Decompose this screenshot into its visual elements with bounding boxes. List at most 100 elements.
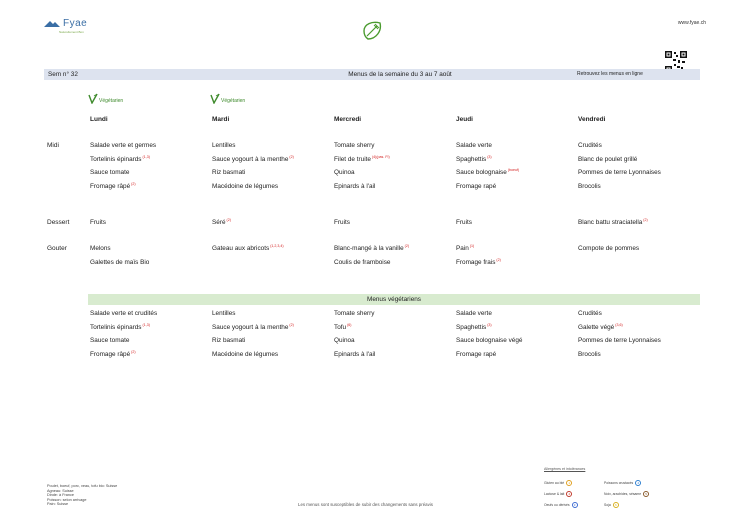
dish-name: Sauce bolognaise végé <box>456 337 523 344</box>
dish-name: Spaghettis <box>456 323 487 331</box>
menu-item-midi: Fromage râpé (2) <box>90 181 136 190</box>
dish-name: Tomate sherry <box>334 142 375 149</box>
online-menu-link[interactable]: Retrouvez les menus en ligne <box>577 69 643 80</box>
allergen-code: (boeuf) <box>506 167 520 172</box>
dish-name: Compote de pommes <box>578 245 640 252</box>
dish-name: Tofu <box>334 323 347 331</box>
menu-item-midi: Riz basmati <box>212 169 245 176</box>
dish-name: Macédoine de légumes <box>212 182 279 190</box>
menu-item-vegetarien: Tortelinis épinards (1,3) <box>90 323 150 331</box>
allergen-label: Soja <box>604 503 611 507</box>
allergen-code: (6) <box>346 322 352 327</box>
allergen-code: (2) <box>288 322 294 327</box>
allergen-label: Lactose & lait <box>544 492 565 496</box>
dish-name: Tortelinis épinards <box>90 323 142 331</box>
dish-name: Fromage râpé <box>90 182 131 190</box>
veg-leaf-icon <box>210 93 220 104</box>
vegetarian-badge-lundi: Végétarien <box>88 93 123 104</box>
dish-name: Quinoa <box>334 169 355 176</box>
menu-item-vegetarien: Crudités <box>578 310 602 317</box>
veg-leaf-icon <box>88 93 98 104</box>
allergen-legend-item: Poissons crustacés 4 <box>604 480 642 486</box>
allergen-code: (2) <box>225 217 231 222</box>
allergen-legend-item: Oeufs ou dérivés 3 <box>544 502 578 508</box>
day-header-jeudi: Jeudi <box>456 116 473 123</box>
brand-tagline: Naturellement Bon <box>59 30 84 34</box>
menu-item-midi: Filet de truite (4)(pas. FI) <box>334 154 390 163</box>
menu-item-dessert: Séré (2) <box>212 217 231 226</box>
allergen-legend-item: Gluten au blé 1 <box>544 480 573 486</box>
menu-item-dessert: Blanc battu straciatella (2) <box>578 218 648 226</box>
dish-name: Melons <box>90 245 111 252</box>
menu-item-vegetarien: Lentilles <box>212 310 235 317</box>
menu-item-dessert: Fruits <box>456 219 472 226</box>
dish-name: Pommes de terre Lyonnaises <box>578 337 661 344</box>
menu-item-vegetarien: Macédoine de légumes <box>212 351 278 358</box>
origin-notes: Poulet, boeuf, porc, veau, tofu bio: Sui… <box>47 484 117 507</box>
menu-item-vegetarien: Salade verte et crudités <box>90 310 157 317</box>
dish-name: Tomate sherry <box>334 310 375 317</box>
dish-name: Brocolis <box>578 182 601 190</box>
website-link[interactable]: www.fyae.ch <box>678 20 706 26</box>
dish-name: Fruits <box>334 219 350 226</box>
dish-name: Salade verte et germes <box>90 142 157 149</box>
dish-name: Sauce yogourt à la menthe <box>212 155 289 163</box>
menu-item-midi: Tomate sherry <box>334 142 375 149</box>
section-midi: Midi <box>47 142 59 149</box>
origin-line: Poulet, boeuf, porc, veau, tofu bio: Sui… <box>47 484 118 488</box>
menu-item-gouter: Gateau aux abricots (1,2,3,4) <box>212 244 284 252</box>
menu-item-midi: Crudités <box>578 142 602 149</box>
allergen-legend-item: Soja 6 <box>604 502 619 508</box>
allergen-label: Oeufs ou dérivés <box>544 503 570 507</box>
menu-item-vegetarien: Pommes de terre Lyonnaises <box>578 337 661 344</box>
section-gouter: Gouter <box>47 245 67 252</box>
dish-name: Tortelinis épinards <box>90 155 142 163</box>
dish-name: Pain <box>456 245 469 252</box>
dish-name: Macédoine de légumes <box>212 350 279 358</box>
vegetarian-badge-mardi: Végétarien <box>210 93 245 104</box>
allergen-code: (4)(pas. FI) <box>370 154 390 159</box>
day-header-mercredi: Mercredi <box>334 116 362 123</box>
dish-name: Filet de truite <box>334 155 371 163</box>
menu-item-vegetarien: Quinoa <box>334 337 355 344</box>
dish-name: Epinards à l'ail <box>334 182 376 190</box>
menu-item-dessert: Fruits <box>90 219 106 226</box>
menu-item-midi: Sauce yogourt à la menthe (2) <box>212 155 294 163</box>
allergen-label: Noix, arachides, sésame <box>604 492 642 496</box>
menu-item-midi: Quinoa <box>334 169 355 176</box>
allergen-legend-item: Lactose & lait 2 <box>544 491 573 497</box>
menu-item-vegetarien: Tofu (6) <box>334 322 352 331</box>
dish-name: Brocolis <box>578 350 601 358</box>
day-header-lundi: Lundi <box>90 116 108 123</box>
allergen-badge-icon: 3 <box>571 502 578 508</box>
dish-name: Lentilles <box>212 310 236 317</box>
allergen-code: (3) <box>486 322 492 327</box>
dish-name: Blanc-mangé à la vanille <box>334 245 404 252</box>
changes-disclaimer: Les menus sont susceptibles de subir des… <box>298 502 433 507</box>
menu-item-midi: Sauce tomate <box>90 169 129 176</box>
allergen-code: (2) <box>495 257 501 262</box>
dish-name: Pommes de terre Lyonnaises <box>578 169 661 176</box>
vegetarian-menu-bar: Menus végétariens <box>88 294 700 305</box>
menu-item-vegetarien: Fromage rapé <box>456 351 496 358</box>
allergen-legend-title: Allergènes et intolérances <box>544 467 586 471</box>
dish-name: Lentilles <box>212 142 236 149</box>
dish-name: Salade verte et crudités <box>90 310 158 317</box>
menu-item-gouter: Compote de pommes <box>578 245 639 252</box>
day-header-mardi: Mardi <box>212 116 230 123</box>
menu-item-vegetarien: Galette végé (3,6) <box>578 323 623 331</box>
dish-name: Sauce bolognaise <box>456 169 507 176</box>
vegetarian-menu-title: Menus végétariens <box>367 296 421 303</box>
brand-name: Fyae <box>63 18 88 29</box>
menu-item-midi: Salade verte <box>456 142 492 149</box>
allergen-code: (1) <box>468 243 475 248</box>
dish-name: Blanc de poulet grillé <box>578 155 638 163</box>
dish-name: Crudités <box>578 310 602 317</box>
allergen-code: (1,3) <box>141 154 150 159</box>
vegetarian-label: Végétarien <box>99 98 124 104</box>
vegetarian-label: Végétarien <box>221 98 246 104</box>
menu-item-vegetarien: Tomate sherry <box>334 310 375 317</box>
menu-item-vegetarien: Sauce tomate <box>90 337 129 344</box>
week-number: Sem n° 32 <box>48 71 78 78</box>
allergen-code: (2) <box>130 181 136 186</box>
